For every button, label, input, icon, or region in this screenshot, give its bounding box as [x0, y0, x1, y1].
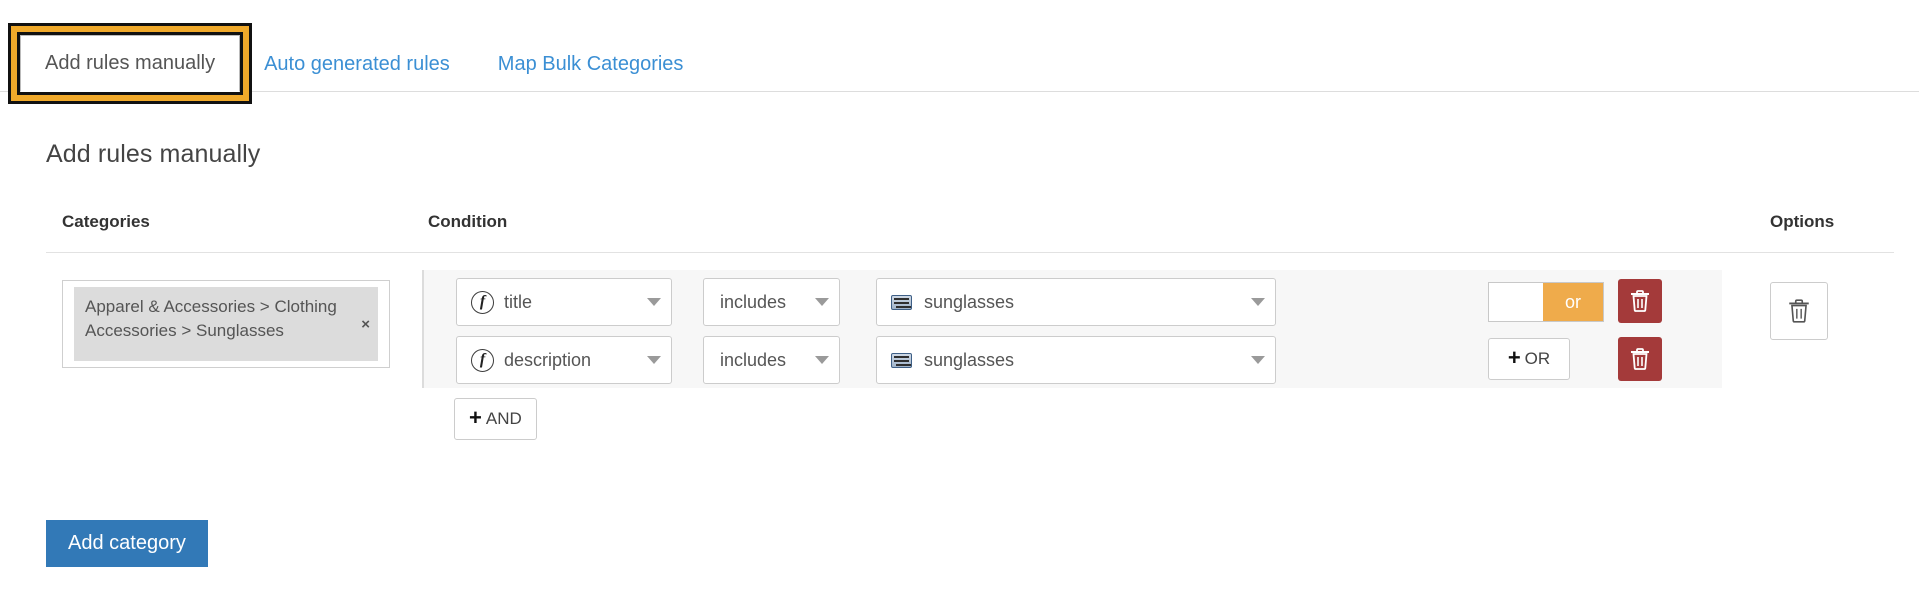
condition-operator-select[interactable]: includes [703, 278, 840, 326]
chevron-down-icon [647, 298, 661, 306]
chevron-down-icon [815, 298, 829, 306]
condition-field-value: description [504, 350, 591, 371]
table-header-row: Categories Condition Options [46, 212, 1894, 246]
condition-operator-value: includes [720, 350, 786, 371]
delete-condition-button[interactable] [1618, 279, 1662, 323]
condition-field-select[interactable]: f description [456, 336, 672, 384]
chevron-down-icon [647, 356, 661, 364]
plus-icon: + [469, 407, 482, 429]
condition-panel: f title includes sunglasses or [422, 270, 1722, 388]
column-header-options: Options [1770, 212, 1834, 232]
category-selector[interactable]: Apparel & Accessories > Clothing Accesso… [62, 280, 390, 368]
delete-rule-button[interactable] [1770, 282, 1828, 340]
function-icon: f [471, 291, 494, 314]
condition-value-text: sunglasses [924, 350, 1014, 371]
keyboard-icon [891, 353, 912, 368]
condition-row: f description includes sunglasses + OR [424, 336, 1724, 384]
rule-row: Apparel & Accessories > Clothing Accesso… [46, 270, 1894, 405]
keyboard-icon [891, 295, 912, 310]
or-toggle[interactable]: or [1488, 282, 1604, 322]
tab-list: Add rules manually Auto generated rules … [20, 24, 707, 92]
tab-map-bulk-categories[interactable]: Map Bulk Categories [474, 37, 708, 92]
plus-icon: + [1508, 347, 1521, 369]
add-or-condition-label: OR [1525, 349, 1551, 369]
add-and-condition-button[interactable]: + AND [454, 398, 537, 440]
category-chip-label: Apparel & Accessories > Clothing Accesso… [85, 295, 368, 343]
tab-add-rules-manually[interactable]: Add rules manually [20, 35, 240, 92]
page-title: Add rules manually [46, 140, 260, 169]
condition-value-select[interactable]: sunglasses [876, 278, 1276, 326]
delete-condition-button[interactable] [1618, 337, 1662, 381]
tab-bar-underline [0, 91, 1919, 92]
condition-field-select[interactable]: f title [456, 278, 672, 326]
header-divider [46, 252, 1894, 253]
function-icon: f [471, 349, 494, 372]
category-chip: Apparel & Accessories > Clothing Accesso… [74, 287, 378, 361]
close-icon[interactable]: × [361, 317, 370, 332]
page-root: Add rules manually Auto generated rules … [0, 0, 1919, 590]
condition-field-value: title [504, 292, 532, 313]
tab-auto-generated-rules[interactable]: Auto generated rules [240, 37, 474, 92]
condition-row: f title includes sunglasses or [424, 278, 1724, 326]
add-and-condition-label: AND [486, 409, 522, 429]
condition-operator-select[interactable]: includes [703, 336, 840, 384]
column-header-categories: Categories [62, 212, 150, 232]
chevron-down-icon [1251, 356, 1265, 364]
or-toggle-knob [1489, 283, 1543, 321]
trash-icon [1629, 347, 1651, 371]
condition-value-select[interactable]: sunglasses [876, 336, 1276, 384]
column-header-condition: Condition [428, 212, 507, 232]
trash-icon [1629, 289, 1651, 313]
chevron-down-icon [1251, 298, 1265, 306]
trash-icon [1787, 298, 1811, 324]
or-toggle-label: or [1543, 283, 1603, 321]
condition-value-text: sunglasses [924, 292, 1014, 313]
add-category-button[interactable]: Add category [46, 520, 208, 567]
chevron-down-icon [815, 356, 829, 364]
condition-operator-value: includes [720, 292, 786, 313]
tab-bar: Add rules manually Auto generated rules … [0, 24, 1919, 92]
add-or-condition-button[interactable]: + OR [1488, 338, 1570, 380]
